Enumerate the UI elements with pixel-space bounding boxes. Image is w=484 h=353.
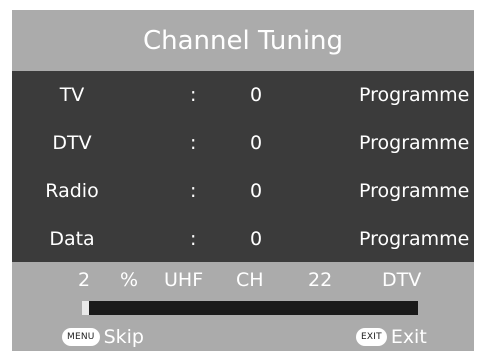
- row-separator: :: [190, 84, 197, 106]
- row-unit: Programme: [359, 132, 470, 154]
- row-label: Data: [49, 228, 95, 250]
- row-label: Radio: [45, 180, 99, 202]
- scan-channel-number: 22: [308, 269, 333, 291]
- channel-tuning-dialog: Channel Tuning TV : 0 Programme DTV : 0 …: [12, 10, 474, 351]
- dialog-title: Channel Tuning: [142, 25, 344, 56]
- scan-progress-bar: [82, 301, 418, 315]
- row-label: DTV: [52, 132, 92, 154]
- menu-key-badge[interactable]: MENU: [62, 328, 100, 346]
- row-dtv: DTV : 0 Programme: [12, 119, 474, 167]
- row-data: Data : 0 Programme: [12, 215, 474, 263]
- exit-label: Exit: [390, 326, 427, 348]
- row-unit: Programme: [359, 228, 470, 250]
- scan-progress-fill: [82, 301, 89, 315]
- scan-status-line: 2 % UHF CH 22 DTV: [12, 269, 474, 295]
- row-radio: Radio : 0 Programme: [12, 167, 474, 215]
- skip-label: Skip: [103, 326, 144, 348]
- skip-key-hint[interactable]: MENU Skip: [62, 325, 144, 349]
- row-count: 0: [250, 132, 263, 154]
- row-tv: TV : 0 Programme: [12, 71, 474, 119]
- row-count: 0: [250, 228, 263, 250]
- row-count: 0: [250, 84, 263, 106]
- row-separator: :: [190, 132, 197, 154]
- scan-status-panel: 2 % UHF CH 22 DTV MENU Skip EXIT Exit: [12, 262, 474, 351]
- scan-channel-label: CH: [236, 269, 264, 291]
- row-separator: :: [190, 180, 197, 202]
- scan-mode: DTV: [382, 269, 422, 291]
- scan-percent-sign: %: [120, 269, 139, 291]
- exit-key-hint[interactable]: EXIT Exit: [356, 325, 427, 349]
- scan-band: UHF: [164, 269, 204, 291]
- row-unit: Programme: [359, 84, 470, 106]
- scan-percent-value: 2: [78, 269, 91, 291]
- row-unit: Programme: [359, 180, 470, 202]
- programme-count-list: TV : 0 Programme DTV : 0 Programme Radio…: [12, 71, 474, 262]
- dialog-header: Channel Tuning: [12, 10, 474, 71]
- row-label: TV: [59, 84, 85, 106]
- exit-key-badge[interactable]: EXIT: [356, 328, 387, 346]
- row-separator: :: [190, 228, 197, 250]
- row-count: 0: [250, 180, 263, 202]
